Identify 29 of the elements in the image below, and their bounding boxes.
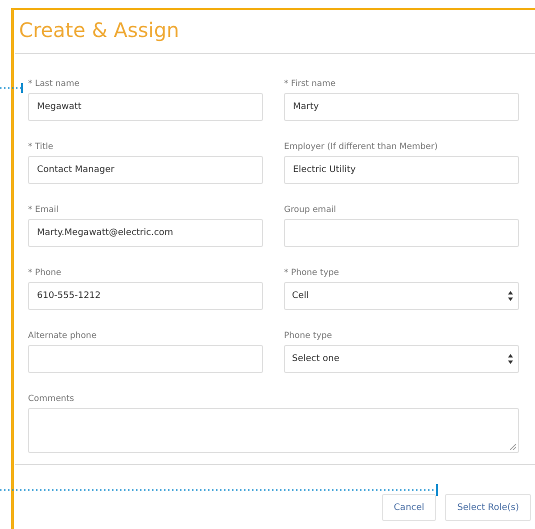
input-field[interactable]: 610-555-1212 xyxy=(28,282,263,310)
input-field[interactable]: Marty.Megawatt@electric.com xyxy=(28,219,263,247)
field-label: Phone type xyxy=(284,331,334,342)
dropdown[interactable]: Cell xyxy=(284,282,519,310)
input-field[interactable] xyxy=(28,345,263,373)
field-label: Alternate phone xyxy=(28,331,98,342)
input-field[interactable]: Megawatt xyxy=(28,93,263,121)
dialog-title: Create & Assign xyxy=(19,18,180,42)
comments-field[interactable] xyxy=(28,408,519,453)
field-label: * Title xyxy=(28,142,54,153)
dialog-button[interactable]: Select Role(s) xyxy=(445,494,531,521)
up-down-arrows-icon xyxy=(508,354,513,364)
field-label: Comments xyxy=(28,394,76,405)
resize-grip-icon[interactable] xyxy=(510,444,516,450)
input-field[interactable]: Electric Utility xyxy=(284,156,519,184)
field-label: * Phone xyxy=(28,268,62,279)
up-down-arrows-icon xyxy=(508,291,513,301)
field-label: * Last name xyxy=(28,79,80,90)
field-label: * First name xyxy=(284,79,337,90)
input-field[interactable]: Contact Manager xyxy=(28,156,263,184)
field-label: Group email xyxy=(284,205,338,216)
field-label: * Email xyxy=(28,205,60,216)
field-label: * Phone type xyxy=(284,268,340,279)
dialog-button[interactable]: Cancel xyxy=(382,494,436,521)
input-field[interactable] xyxy=(284,219,519,247)
leader-line xyxy=(0,83,24,93)
field-label: Employer (If different than Member) xyxy=(284,142,439,153)
dropdown[interactable]: Select one xyxy=(284,345,519,373)
input-field[interactable]: Marty xyxy=(284,93,519,121)
